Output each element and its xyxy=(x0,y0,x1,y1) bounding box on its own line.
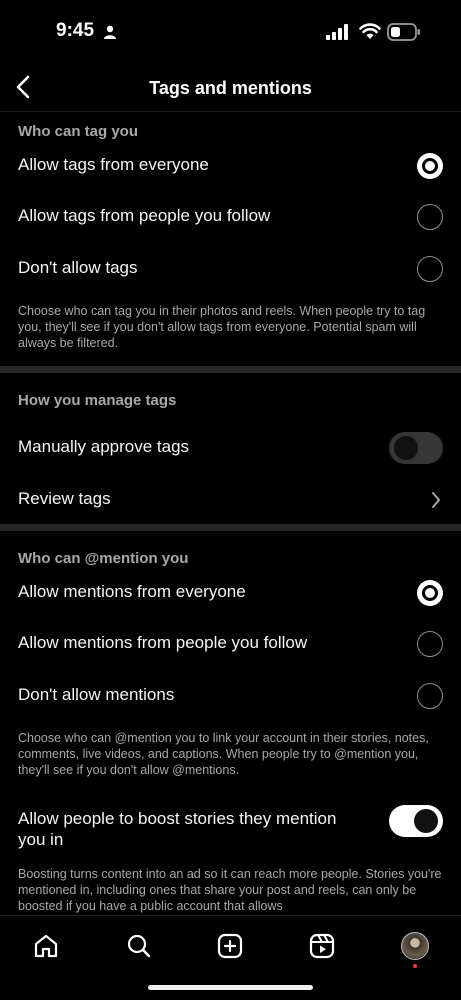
tag-option-label: Don't allow tags xyxy=(18,258,138,277)
reels-icon xyxy=(309,933,335,959)
mention-option-label: Allow mentions from everyone xyxy=(18,582,246,601)
section-divider xyxy=(0,524,461,531)
mentions-section-header: Who can @mention you xyxy=(18,550,189,567)
tab-reels[interactable] xyxy=(302,926,342,966)
boost-stories-toggle[interactable] xyxy=(389,805,443,837)
status-time: 9:45 xyxy=(56,20,95,41)
navigation-header: Tags and mentions xyxy=(0,62,461,112)
status-bar: 9:45 xyxy=(0,0,461,62)
mention-option-dont-allow[interactable]: Don't allow mentions xyxy=(0,671,461,721)
manually-approve-tags-row[interactable]: Manually approve tags xyxy=(0,423,461,473)
wifi-icon xyxy=(359,23,381,39)
tab-profile[interactable] xyxy=(395,926,435,968)
mention-option-people-you-follow[interactable]: Allow mentions from people you follow xyxy=(0,619,461,669)
create-icon xyxy=(217,933,243,959)
radio-selected-icon[interactable] xyxy=(417,580,443,606)
toggle-knob xyxy=(394,436,418,460)
tab-home[interactable] xyxy=(26,926,66,966)
tab-search[interactable] xyxy=(119,926,159,966)
tab-create[interactable] xyxy=(210,926,250,966)
radio-selected-icon[interactable] xyxy=(417,153,443,179)
mention-option-label: Don't allow mentions xyxy=(18,685,175,704)
page-title: Tags and mentions xyxy=(149,78,312,98)
boost-helper-text: Boosting turns content into an ad so it … xyxy=(18,867,442,913)
toggle-knob xyxy=(414,809,438,833)
notification-dot xyxy=(413,964,417,968)
profile-avatar xyxy=(401,932,429,960)
radio-unselected-icon[interactable] xyxy=(417,204,443,230)
boost-stories-row[interactable]: Allow people to boost stories they menti… xyxy=(0,798,461,854)
boost-stories-label: Allow people to boost stories they menti… xyxy=(18,809,337,849)
section-divider xyxy=(0,366,461,373)
manage-section-header: How you manage tags xyxy=(18,392,177,409)
review-tags-label: Review tags xyxy=(18,489,111,508)
person-icon xyxy=(104,25,116,39)
tag-option-label: Allow tags from people you follow xyxy=(18,206,271,225)
tag-option-people-you-follow[interactable]: Allow tags from people you follow xyxy=(0,192,461,242)
tag-option-label: Allow tags from everyone xyxy=(18,155,209,174)
mention-option-everyone[interactable]: Allow mentions from everyone xyxy=(0,568,461,618)
tags-section-header: Who can tag you xyxy=(18,123,138,140)
manually-approve-toggle[interactable] xyxy=(389,432,443,464)
manually-approve-label: Manually approve tags xyxy=(18,437,190,456)
radio-unselected-icon[interactable] xyxy=(417,256,443,282)
battery-icon xyxy=(387,23,420,41)
radio-unselected-icon[interactable] xyxy=(417,631,443,657)
tags-helper-text: Choose who can tag you in their photos a… xyxy=(18,304,426,350)
home-icon xyxy=(34,934,58,958)
tag-option-dont-allow[interactable]: Don't allow tags xyxy=(0,244,461,294)
tag-option-everyone[interactable]: Allow tags from everyone xyxy=(0,141,461,191)
review-tags-row[interactable]: Review tags xyxy=(0,475,461,525)
chevron-right-icon xyxy=(432,492,440,508)
home-indicator xyxy=(148,985,313,990)
mention-option-label: Allow mentions from people you follow xyxy=(18,633,308,652)
search-icon xyxy=(127,934,151,958)
radio-unselected-icon[interactable] xyxy=(417,683,443,709)
mentions-helper-text: Choose who can @mention you to link your… xyxy=(18,731,429,777)
cellular-signal-icon xyxy=(326,24,348,40)
